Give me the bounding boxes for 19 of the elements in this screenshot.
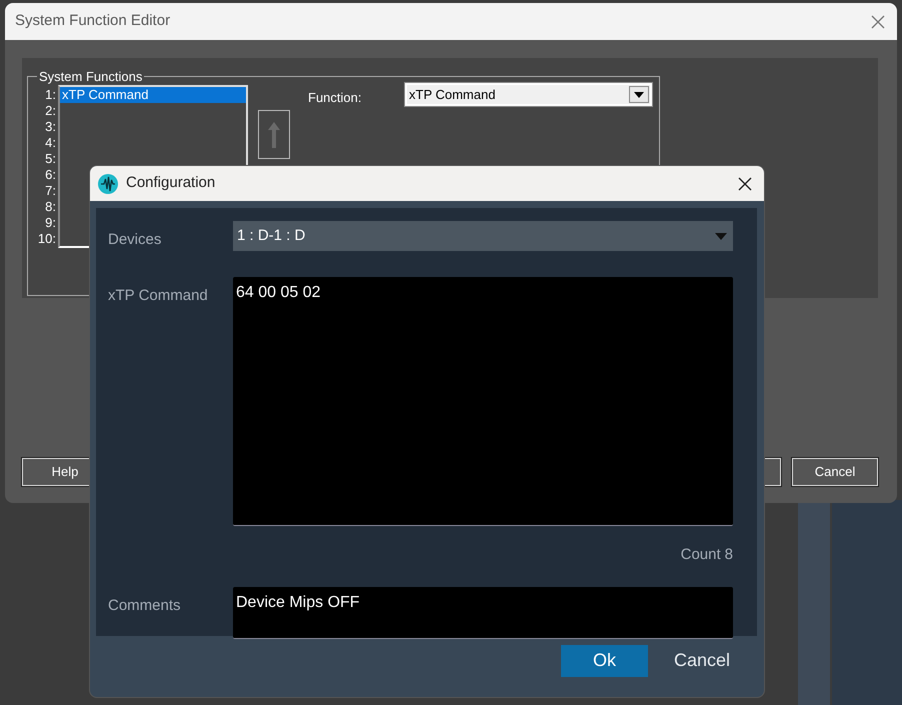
slot-number: 2: [44, 103, 56, 119]
slot-number: 4: [44, 135, 56, 151]
window-title: System Function Editor [15, 11, 170, 32]
group-title: System Functions [38, 70, 144, 83]
field-label: Comments [108, 596, 182, 616]
slot-number: 3: [44, 119, 56, 135]
slot-number: 7: [44, 183, 56, 199]
field-label: xTP Command [108, 286, 209, 306]
field-label: Devices [108, 230, 162, 250]
slot-number: 8: [44, 199, 56, 215]
count-value: 8 [724, 544, 733, 564]
window-title: Configuration [126, 173, 216, 194]
slot-number: 1: [44, 87, 56, 103]
function-label: Function: [308, 89, 362, 107]
slot-number: 6: [44, 167, 56, 183]
slot-number: 10: [36, 231, 56, 247]
slot-number: 9: [44, 215, 56, 231]
count-label: Count [680, 544, 721, 564]
slot-number: 5: [44, 151, 56, 167]
